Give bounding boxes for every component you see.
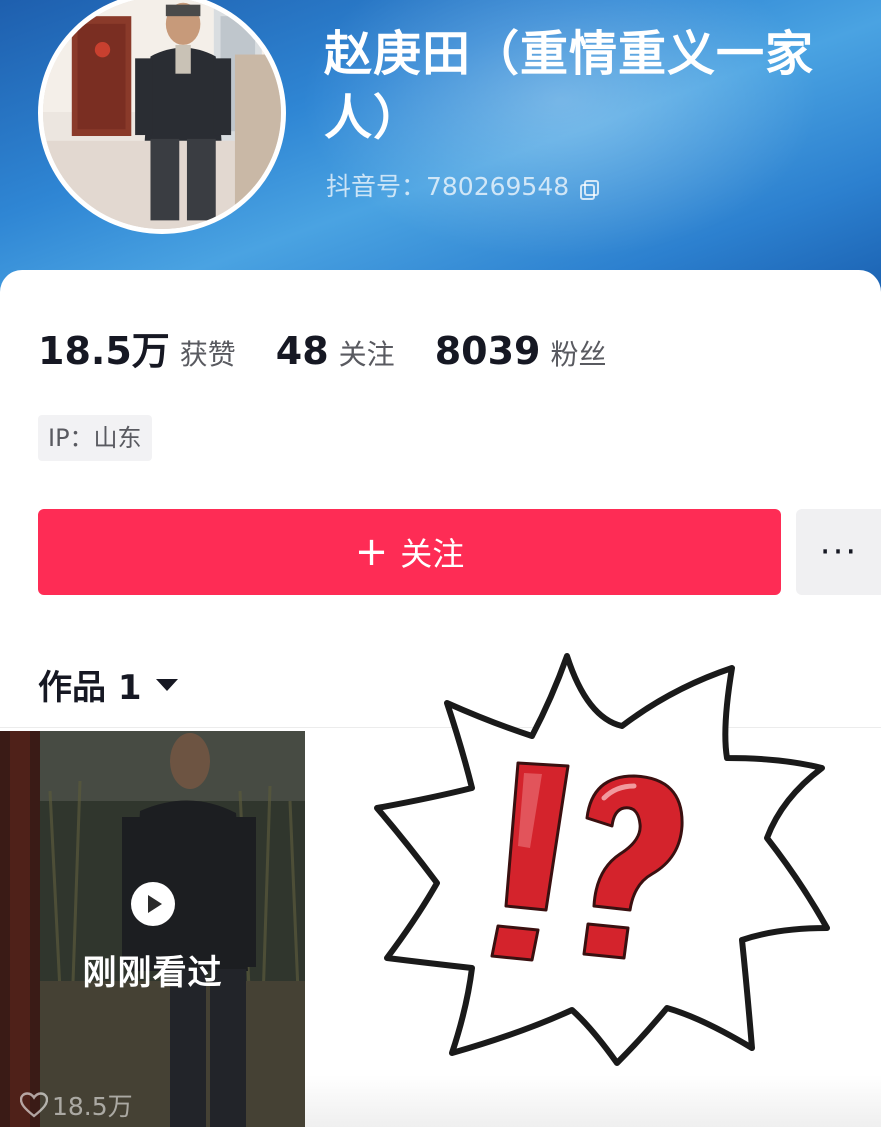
- heart-icon: [20, 1092, 48, 1118]
- more-button[interactable]: ···: [796, 509, 881, 595]
- profile-page: 赵庚田（重情重义一家人） 抖音号：780269548 18.5万 获赞 48 关…: [0, 0, 881, 1127]
- avatar[interactable]: [38, 0, 286, 234]
- douyin-id[interactable]: 抖音号：780269548: [326, 170, 601, 204]
- tab-works-label: 作品 1: [38, 668, 142, 708]
- stats-row: 18.5万 获赞 48 关注 8039 粉丝: [38, 320, 646, 375]
- douyin-id-text: 抖音号：780269548: [326, 172, 570, 201]
- stat-value: 48: [275, 329, 329, 373]
- follow-button-label: 关注: [400, 535, 465, 573]
- copy-icon[interactable]: [579, 176, 601, 200]
- ip-location-tag: IP：山东: [38, 415, 152, 461]
- recently-watched-label: 刚刚看过: [82, 953, 223, 993]
- video-likes-count: 18.5万: [52, 1092, 133, 1121]
- profile-header: 赵庚田（重情重义一家人） 抖音号：780269548: [0, 0, 881, 300]
- stat-value: 18.5万: [38, 329, 170, 373]
- play-icon[interactable]: [131, 882, 175, 926]
- video-likes: 18.5万: [20, 1087, 133, 1123]
- stat-label: 粉丝: [550, 338, 607, 371]
- profile-name: 赵庚田（重情重义一家人）: [324, 26, 815, 146]
- caret-down-icon[interactable]: [155, 678, 178, 691]
- exclamation-question-sticker: [372, 648, 832, 1068]
- stat-likes[interactable]: 18.5万 获赞: [38, 320, 236, 375]
- stat-followers[interactable]: 8039 粉丝: [435, 329, 607, 373]
- follow-button[interactable]: + 关注: [38, 509, 781, 595]
- stat-label: 关注: [338, 338, 395, 371]
- video-thumbnail[interactable]: 刚刚看过 18.5万: [0, 731, 305, 1127]
- more-icon: ···: [819, 532, 859, 572]
- plus-icon: +: [354, 529, 389, 575]
- stat-value: 8039: [434, 329, 541, 373]
- stat-label: 获赞: [179, 338, 236, 371]
- stat-following[interactable]: 48 关注: [276, 329, 395, 373]
- tab-works[interactable]: 作品 1: [38, 660, 178, 709]
